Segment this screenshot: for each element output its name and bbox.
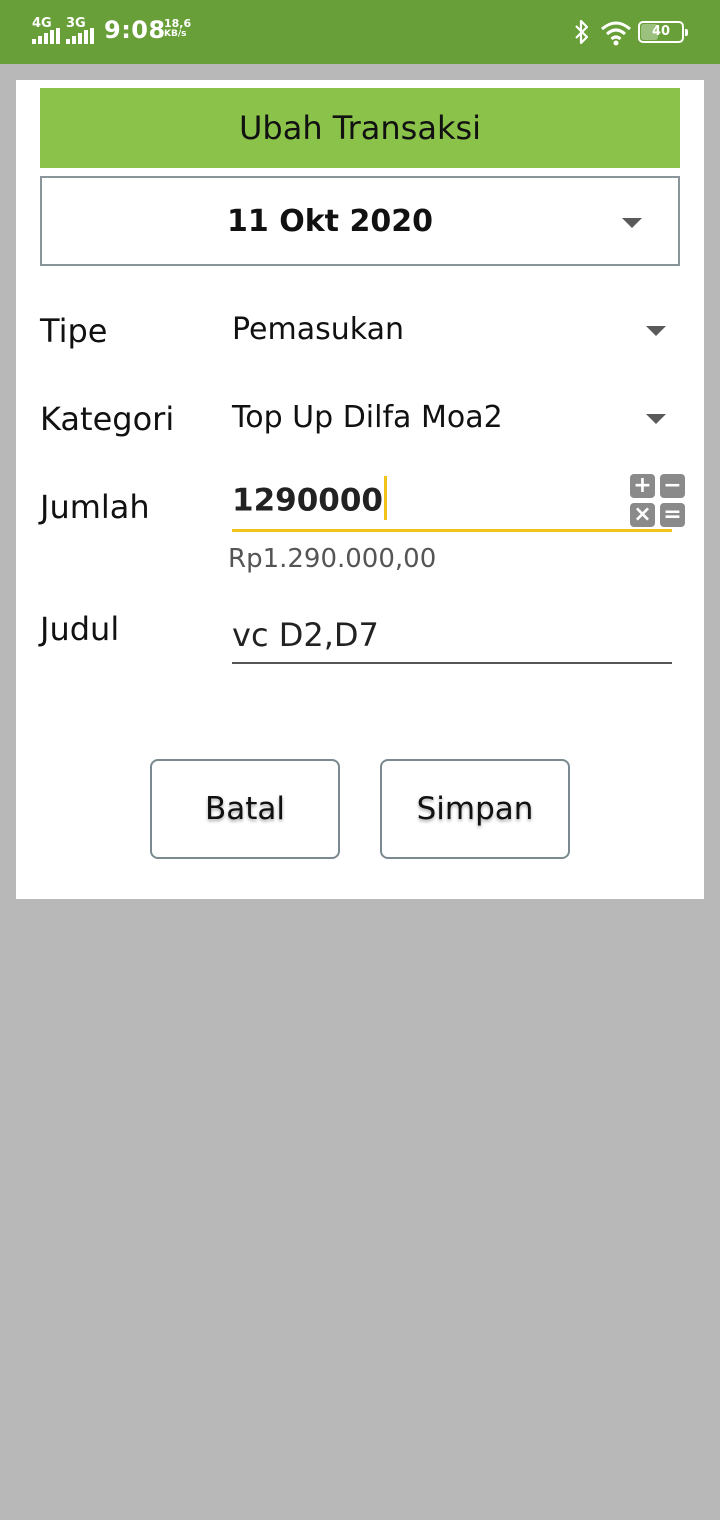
amount-formatted: Rp1.290.000,00	[228, 544, 437, 574]
date-picker[interactable]: 11 Okt 2020	[40, 176, 680, 266]
title-value: vc D2,D7	[232, 616, 379, 654]
clock: 9:08	[104, 16, 166, 44]
equals-key: =	[660, 503, 685, 527]
network-speed: 18,6 KB/s	[164, 18, 191, 40]
minus-key: −	[660, 474, 685, 498]
amount-label: Jumlah	[40, 488, 150, 526]
edit-transaction-dialog: Ubah Transaksi 11 Okt 2020 Tipe Pemasuka…	[16, 80, 704, 899]
battery-icon: 40	[638, 21, 688, 43]
category-label: Kategori	[40, 400, 175, 438]
category-value: Top Up Dilfa Moa2	[232, 400, 503, 435]
title-input[interactable]: vc D2,D7	[232, 606, 672, 664]
date-value: 11 Okt 2020	[227, 203, 433, 239]
cancel-button[interactable]: Batal	[150, 759, 340, 859]
text-cursor	[384, 476, 387, 520]
dialog-title: Ubah Transaksi	[40, 88, 680, 168]
type-value: Pemasukan	[232, 312, 404, 347]
amount-input[interactable]: 1290000	[232, 472, 672, 532]
chevron-down-icon	[622, 218, 642, 228]
wifi-icon	[601, 21, 631, 46]
type-label: Tipe	[40, 312, 108, 350]
title-label: Judul	[40, 610, 120, 648]
chevron-down-icon	[646, 414, 666, 424]
battery-level: 40	[651, 24, 671, 39]
amount-value: 1290000	[232, 482, 383, 519]
speed-unit: KB/s	[164, 29, 187, 39]
bluetooth-icon	[575, 19, 589, 45]
save-button[interactable]: Simpan	[380, 759, 570, 859]
multiply-key: ×	[630, 503, 655, 527]
plus-key: +	[630, 474, 655, 498]
chevron-down-icon	[646, 326, 666, 336]
status-bar: 4G 3G 9:08 18,6 KB/s 40	[0, 0, 720, 64]
type-select[interactable]: Pemasukan	[232, 304, 672, 360]
category-select[interactable]: Top Up Dilfa Moa2	[232, 392, 672, 448]
calculator-icon[interactable]: + − × =	[630, 474, 686, 528]
